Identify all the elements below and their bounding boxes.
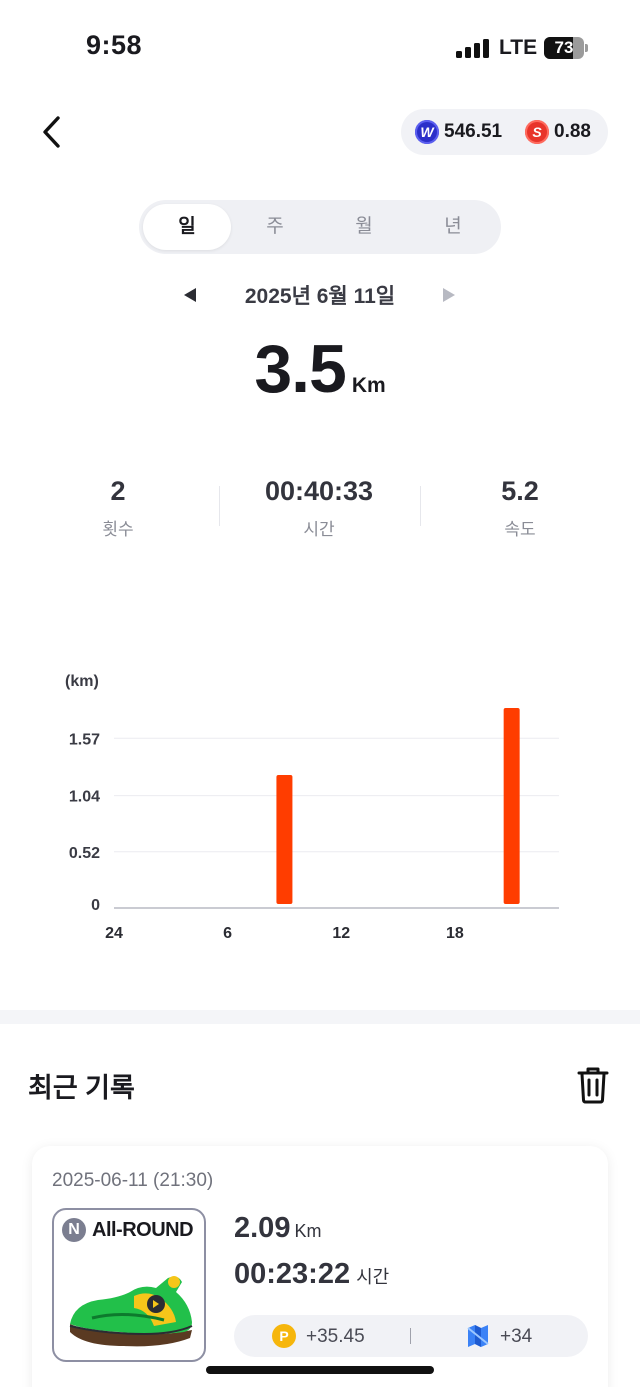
chart-y-tick: 0.52 bbox=[69, 845, 100, 862]
home-indicator bbox=[206, 1366, 434, 1374]
stat-speed-label: 속도 bbox=[504, 520, 536, 539]
distance-unit: Km bbox=[351, 374, 386, 397]
next-date-button[interactable] bbox=[441, 286, 457, 304]
distance-bar-chart: (km) 0 0.52 1.04 1.57 24 6 12 18 bbox=[65, 673, 559, 942]
s-coin-icon: S bbox=[525, 120, 549, 144]
record-distance-value: 2.09 bbox=[234, 1212, 291, 1244]
reward-separator bbox=[410, 1328, 411, 1344]
chart-x-tick: 24 bbox=[105, 925, 123, 942]
chart-bar bbox=[503, 708, 520, 904]
reward-points: +35.45 bbox=[306, 1326, 365, 1347]
sneaker-icon bbox=[69, 1276, 193, 1347]
stat-speed: 5.2 속도 bbox=[420, 476, 620, 540]
record-distance: 2.09 Km bbox=[234, 1212, 321, 1245]
w-coin-icon: W bbox=[415, 120, 439, 144]
shoe-name: All-ROUND bbox=[92, 1219, 194, 1241]
stat-count-value: 2 bbox=[110, 476, 126, 506]
chart-x-tick: 18 bbox=[446, 925, 464, 942]
stat-count-label: 횟수 bbox=[102, 520, 134, 539]
shoe-thumbnail: N All-ROUND bbox=[52, 1208, 206, 1362]
chart-bar bbox=[276, 775, 293, 904]
tab-year[interactable]: 년 bbox=[409, 204, 497, 250]
period-tabs: 일 주 월 년 bbox=[139, 200, 501, 254]
point-coin-icon: P bbox=[272, 1324, 296, 1348]
chart-x-tick: 12 bbox=[332, 925, 350, 942]
tab-day[interactable]: 일 bbox=[143, 204, 231, 250]
record-distance-unit: Km bbox=[294, 1221, 322, 1241]
s-token-value: 0.88 bbox=[554, 121, 591, 142]
reward-map: +34 bbox=[500, 1326, 533, 1347]
distance-value: 3.5 bbox=[254, 331, 347, 407]
status-time: 9:58 bbox=[86, 30, 143, 60]
stat-time: 00:40:33 시간 bbox=[219, 476, 419, 540]
date-label: 2025년 6월 11일 bbox=[244, 285, 396, 308]
signal-icon bbox=[456, 38, 490, 58]
tab-week[interactable]: 주 bbox=[231, 204, 319, 250]
stat-speed-value: 5.2 bbox=[501, 476, 539, 506]
record-time: 00:23:22 시간 bbox=[234, 1258, 389, 1291]
network-label: LTE bbox=[499, 36, 538, 59]
tab-month[interactable]: 월 bbox=[320, 204, 408, 250]
token-balance-pill[interactable]: W 546.51 S 0.88 bbox=[401, 109, 608, 155]
delete-button[interactable] bbox=[576, 1066, 610, 1104]
chart-y-unit: (km) bbox=[65, 673, 99, 690]
chart-y-tick: 1.57 bbox=[69, 731, 100, 748]
total-distance: 3.5 Km bbox=[0, 330, 640, 408]
stat-count: 2 횟수 bbox=[18, 476, 218, 540]
section-divider bbox=[0, 1010, 640, 1024]
map-icon bbox=[467, 1325, 489, 1347]
stat-time-label: 시간 bbox=[303, 520, 335, 539]
recent-records-title: 최근 기록 bbox=[28, 1073, 135, 1103]
triangle-right-icon bbox=[443, 288, 455, 302]
chart-y-tick: 0 bbox=[91, 897, 100, 914]
stat-time-value: 00:40:33 bbox=[264, 476, 374, 506]
trash-icon bbox=[577, 1067, 609, 1104]
prev-date-button[interactable] bbox=[182, 286, 198, 304]
status-bar: 9:58 LTE 73 bbox=[0, 0, 640, 96]
record-card[interactable]: 2025-06-11 (21:30) N All-ROUND 2.09 Km 00… bbox=[32, 1146, 608, 1387]
chevron-left-icon bbox=[43, 116, 60, 148]
w-token-value: 546.51 bbox=[444, 121, 503, 142]
chart-y-tick: 1.04 bbox=[69, 789, 100, 806]
shoe-brand-badge: N bbox=[62, 1218, 86, 1242]
record-datetime: 2025-06-11 (21:30) bbox=[52, 1170, 214, 1191]
battery-icon: 73 bbox=[544, 37, 588, 59]
triangle-left-icon bbox=[184, 288, 196, 302]
chart-x-tick: 6 bbox=[223, 925, 232, 942]
record-time-value: 00:23:22 bbox=[234, 1258, 351, 1290]
back-button[interactable] bbox=[36, 110, 72, 154]
battery-level: 73 bbox=[554, 38, 574, 57]
record-time-unit: 시간 bbox=[356, 1267, 390, 1287]
reward-pill: P +35.45 +34 bbox=[234, 1315, 588, 1357]
